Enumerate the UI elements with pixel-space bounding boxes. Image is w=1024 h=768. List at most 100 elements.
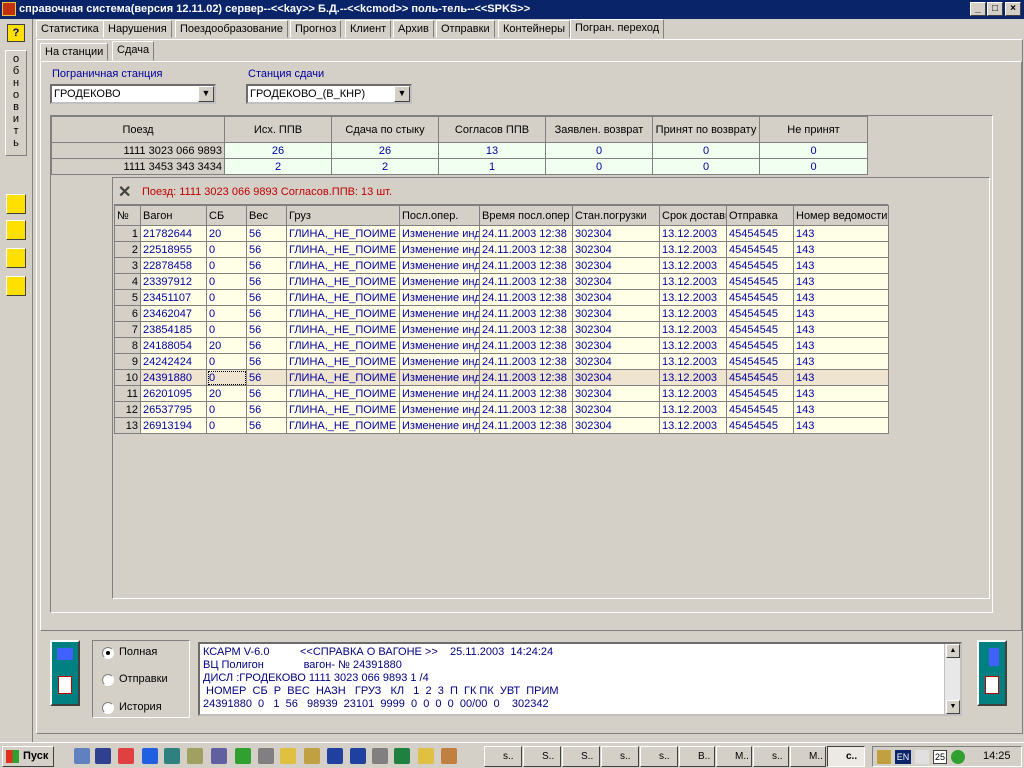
table-cell[interactable]: 24.11.2003 12:38: [479, 273, 573, 290]
table-cell[interactable]: 143: [793, 289, 889, 306]
summary-cell[interactable]: 13: [438, 142, 546, 159]
table-cell[interactable]: 45454545: [726, 401, 794, 418]
table-cell[interactable]: 20: [206, 225, 247, 242]
table-row[interactable]: 2 22518955 0 56 ГЛИНА,_НЕ_ПОИМЕ Изменение инд…: [114, 241, 889, 258]
table-cell[interactable]: 0: [206, 305, 247, 322]
table-cell[interactable]: 23462047: [140, 305, 207, 322]
tab-shipments[interactable]: Отправки: [436, 20, 495, 38]
excel-icon[interactable]: [394, 748, 410, 764]
table-cell[interactable]: 45454545: [726, 353, 794, 370]
table-cell[interactable]: 23854185: [140, 321, 207, 338]
table-cell[interactable]: 45454545: [726, 257, 794, 274]
pen-icon[interactable]: [6, 220, 26, 240]
radio-full[interactable]: [102, 647, 114, 659]
table-cell[interactable]: 13.12.2003: [659, 257, 727, 274]
table-cell[interactable]: ГЛИНА,_НЕ_ПОИМЕ: [286, 337, 400, 354]
table-cell[interactable]: 56: [246, 401, 287, 418]
tab-containers[interactable]: Контейнеры: [498, 20, 570, 38]
radio-shipments[interactable]: [102, 674, 114, 686]
tab-border-crossing[interactable]: Погран. переход: [570, 19, 665, 39]
table-cell[interactable]: Изменение инд: [399, 385, 480, 402]
table-cell[interactable]: 56: [246, 337, 287, 354]
table-row[interactable]: 4 23397912 0 56 ГЛИНА,_НЕ_ПОИМЕ Изменение инд…: [114, 273, 889, 290]
tab-forecast[interactable]: Прогноз: [290, 20, 342, 38]
summary-col-header[interactable]: Исх. ППВ: [224, 116, 332, 143]
table-cell[interactable]: 302304: [572, 321, 660, 338]
table-cell[interactable]: 56: [246, 257, 287, 274]
close-button[interactable]: ×: [1005, 2, 1021, 16]
folder-icon[interactable]: [280, 748, 296, 764]
train-number-cell[interactable]: 1111 3453 343 3434: [51, 158, 225, 175]
right-print-button[interactable]: [977, 640, 1007, 706]
scroll-up-icon[interactable]: ▲: [946, 644, 960, 658]
tab-train-formation[interactable]: Поездообразование: [175, 20, 288, 38]
table-cell[interactable]: ГЛИНА,_НЕ_ПОИМЕ: [286, 385, 400, 402]
maximize-button[interactable]: □: [987, 2, 1003, 16]
table-cell[interactable]: 45454545: [726, 385, 794, 402]
table-cell[interactable]: 0: [206, 289, 247, 306]
table-cell[interactable]: Изменение инд: [399, 225, 480, 242]
table-cell[interactable]: 0: [206, 273, 247, 290]
row-number-cell[interactable]: 8: [114, 337, 141, 354]
table-cell[interactable]: 24.11.2003 12:38: [479, 369, 573, 386]
table-cell[interactable]: 302304: [572, 273, 660, 290]
table-cell[interactable]: 143: [793, 225, 889, 242]
table-cell[interactable]: 45454545: [726, 273, 794, 290]
summary-col-header[interactable]: Поезд: [51, 116, 225, 143]
table-cell[interactable]: 13.12.2003: [659, 289, 727, 306]
table-cell[interactable]: 143: [793, 353, 889, 370]
table-cell[interactable]: 45454545: [726, 417, 794, 434]
table-cell[interactable]: 56: [246, 353, 287, 370]
table-cell[interactable]: ГЛИНА,_НЕ_ПОИМЕ: [286, 401, 400, 418]
chevron-down-icon[interactable]: ▼: [394, 86, 410, 102]
table-cell[interactable]: Изменение инд: [399, 401, 480, 418]
word-icon[interactable]: [350, 748, 366, 764]
detail-col-header[interactable]: Вагон: [140, 205, 207, 226]
summary-row[interactable]: 1111 3453 343 3434 2 2 1 0 0 0: [51, 158, 868, 175]
tab-archive[interactable]: Архив: [393, 20, 434, 38]
start-button[interactable]: Пуск: [2, 746, 54, 767]
quicklaunch-icon[interactable]: [418, 748, 434, 764]
table-cell[interactable]: 13.12.2003: [659, 305, 727, 322]
task-button[interactable]: B..: [679, 746, 715, 767]
task-button-active[interactable]: c..: [827, 746, 865, 767]
quicklaunch-icon[interactable]: [164, 748, 180, 764]
table-cell[interactable]: 13.12.2003: [659, 417, 727, 434]
table-row[interactable]: 5 23451107 0 56 ГЛИНА,_НЕ_ПОИМЕ Изменение инд…: [114, 289, 889, 306]
table-cell[interactable]: 20: [206, 385, 247, 402]
tab-client[interactable]: Клиент: [345, 20, 392, 38]
table-cell[interactable]: Изменение инд: [399, 417, 480, 434]
tab-statistics[interactable]: Статистика: [36, 20, 104, 38]
summary-cell[interactable]: 0: [545, 158, 653, 175]
row-number-cell[interactable]: 5: [114, 289, 141, 306]
table-cell[interactable]: 24.11.2003 12:38: [479, 241, 573, 258]
table-cell[interactable]: 143: [793, 241, 889, 258]
table-cell[interactable]: 24242424: [140, 353, 207, 370]
table-cell[interactable]: 302304: [572, 337, 660, 354]
row-number-cell[interactable]: 2: [114, 241, 141, 258]
calendar-icon[interactable]: 25: [933, 750, 947, 764]
tree-icon[interactable]: [235, 748, 251, 764]
row-number-cell[interactable]: 13: [114, 417, 141, 434]
quicklaunch-icon[interactable]: [304, 748, 320, 764]
table-cell[interactable]: 0: [206, 321, 247, 338]
table-row[interactable]: 7 23854185 0 56 ГЛИНА,_НЕ_ПОИМЕ Изменение инд…: [114, 321, 889, 338]
task-button[interactable]: s..: [601, 746, 639, 767]
table-cell[interactable]: 13.12.2003: [659, 337, 727, 354]
summary-cell[interactable]: 26: [224, 142, 332, 159]
table-cell[interactable]: 56: [246, 225, 287, 242]
table-cell[interactable]: 45454545: [726, 289, 794, 306]
chevron-down-icon[interactable]: ▼: [198, 86, 214, 102]
task-button[interactable]: S..: [523, 746, 561, 767]
table-cell[interactable]: ГЛИНА,_НЕ_ПОИМЕ: [286, 369, 400, 386]
table-cell[interactable]: 56: [246, 321, 287, 338]
table-cell[interactable]: 24.11.2003 12:38: [479, 417, 573, 434]
table-cell[interactable]: 302304: [572, 369, 660, 386]
table-row[interactable]: 11 26201095 20 56 ГЛИНА,_НЕ_ПОИМЕ Изменение и…: [114, 385, 889, 402]
table-cell[interactable]: 13.12.2003: [659, 369, 727, 386]
language-indicator[interactable]: EN: [895, 750, 911, 764]
table-cell[interactable]: 0: [206, 417, 247, 434]
quicklaunch-icon[interactable]: [187, 748, 203, 764]
row-number-cell[interactable]: 10: [114, 369, 141, 386]
summary-cell[interactable]: 0: [652, 158, 760, 175]
